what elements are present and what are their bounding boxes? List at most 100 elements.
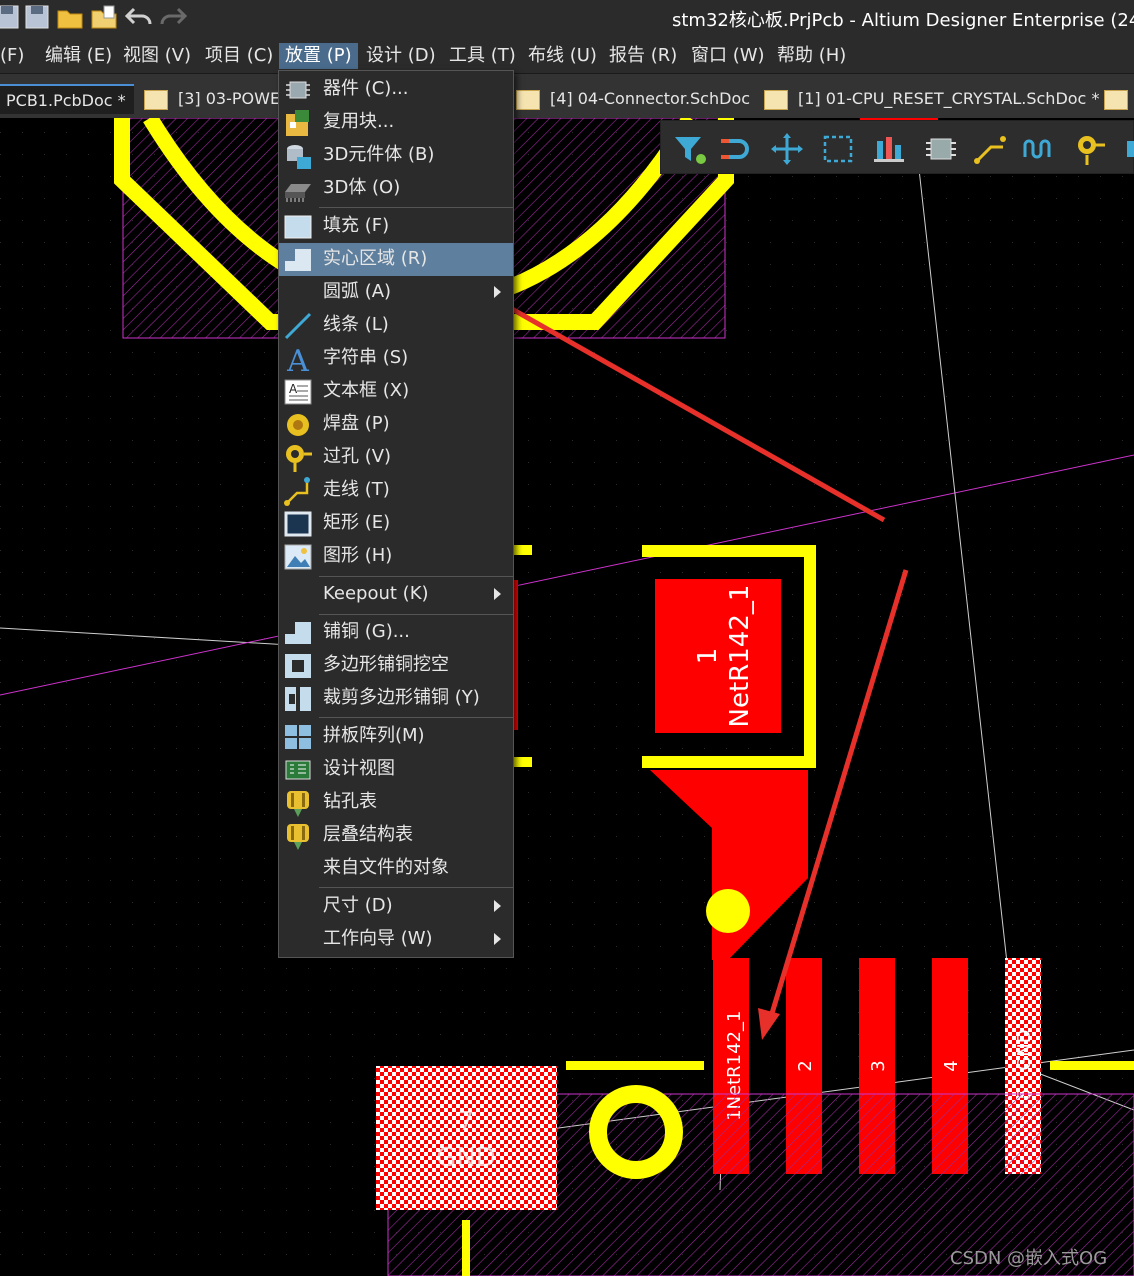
menu-edit[interactable]: 编辑 (E) (39, 43, 118, 69)
menu-item-via[interactable]: 过孔 (V) (279, 441, 513, 474)
menu-item-graphic[interactable]: 图形 (H) (279, 540, 513, 573)
design-view-icon (285, 760, 311, 780)
menu-item-solid-region[interactable]: 实心区域 (R) (279, 243, 513, 276)
tab-power-schdoc[interactable]: [3] 03-POWE (138, 84, 280, 114)
menu-item-3d-body[interactable]: 3D体 (O) (279, 172, 513, 205)
menu-item-arc[interactable]: 圆弧 (A) (279, 276, 513, 309)
menu-item-panel-array[interactable]: 拼板阵列(M) (279, 720, 513, 753)
graphic-icon (284, 544, 312, 570)
route-connect-icon[interactable] (717, 131, 757, 167)
submenu-arrow-icon (494, 286, 501, 298)
3d-component-body-icon (287, 145, 311, 169)
menu-item-work-guide[interactable]: 工作向导 (W) (279, 923, 513, 956)
menu-separator (319, 207, 513, 208)
menu-item-track[interactable]: 走线 (T) (279, 474, 513, 507)
fill-icon (284, 215, 312, 239)
tab-label: [1] 01-CPU_RESET_CRYSTAL.SchDoc * (798, 89, 1100, 108)
component-icon[interactable] (921, 131, 961, 167)
schematic-doc-icon (144, 89, 168, 110)
slice-polygon-icon (285, 687, 311, 711)
layer-stack-table-icon (287, 824, 309, 850)
silkscreen-tick (512, 545, 532, 555)
menu-item-string[interactable]: A 字符串 (S) (279, 342, 513, 375)
menu-design[interactable]: 设计 (D) (360, 43, 442, 69)
pin-net-label: GND (1014, 1029, 1035, 1070)
menu-item-keepout[interactable]: Keepout (K) (279, 578, 513, 611)
menu-help[interactable]: 帮助 (H) (771, 43, 852, 69)
menu-item-component[interactable]: 器件 (C)... (279, 73, 513, 106)
menu-item-polygon-pour[interactable]: 铺铜 (G)... (279, 616, 513, 649)
open-project-icon[interactable] (90, 3, 120, 31)
menu-item-label: 矩形 (E) (323, 512, 391, 533)
redo-icon[interactable] (158, 3, 188, 31)
save-icon[interactable] (0, 3, 24, 31)
menu-project[interactable]: 项目 (C) (199, 43, 279, 69)
tab-cpu-reset-crystal-schdoc[interactable]: [1] 01-CPU_RESET_CRYSTAL.SchDoc * (758, 84, 1100, 114)
menu-view[interactable]: 视图 (V) (117, 43, 197, 69)
menu-separator (319, 717, 513, 718)
menu-item-line[interactable]: 线条 (L) (279, 309, 513, 342)
menu-item-reuse-block[interactable]: 复用块... (279, 106, 513, 139)
silkscreen-line (1050, 1061, 1134, 1070)
title-bar: stm32核心板.PrjPcb - Altium Designer Enterp… (0, 0, 1134, 36)
pin-number-label: 3 (868, 1060, 889, 1071)
more-tools-icon[interactable] (1121, 131, 1134, 167)
menu-item-design-view[interactable]: 设计视图 (279, 753, 513, 786)
menu-separator (319, 887, 513, 888)
menu-item-drill-table[interactable]: 钻孔表 (279, 786, 513, 819)
via-icon[interactable] (1071, 131, 1111, 167)
menu-item-label: 圆弧 (A) (323, 281, 392, 302)
menu-item-label: 多边形铺铜挖空 (323, 654, 449, 675)
menu-item-slice-polygon[interactable]: 裁剪多边形铺铜 (Y) (279, 682, 513, 715)
drill-table-icon (287, 791, 309, 817)
move-icon[interactable] (767, 131, 807, 167)
svg-text:A: A (286, 344, 309, 374)
menu-item-fill[interactable]: 填充 (F) (279, 210, 513, 243)
pad-number-label: 7 (458, 1107, 475, 1137)
pin-number-label: 4 (941, 1060, 962, 1071)
menu-tools[interactable]: 工具 (T) (443, 43, 522, 69)
menu-item-3d-component-body[interactable]: 3D元件体 (B) (279, 139, 513, 172)
menu-item-label: 器件 (C)... (323, 78, 409, 99)
solid-region-icon (285, 249, 311, 271)
select-area-icon[interactable] (819, 131, 859, 167)
menu-item-label: 线条 (L) (323, 314, 389, 335)
save-all-icon[interactable] (22, 3, 52, 31)
menu-route[interactable]: 布线 (U) (522, 43, 603, 69)
document-tab-bar: PCB1.PcbDoc * [3] 03-POWE [4] 04-Connect… (0, 74, 1134, 118)
menu-item-label: 实心区域 (R) (323, 248, 428, 269)
pcb-editor-canvas[interactable]: 1 NetR142_1 NetR142_1 1 2 3 4 5 GND 7 GN… (0, 118, 1134, 1276)
tab-connector-schdoc[interactable]: [4] 04-Connector.SchDoc (510, 84, 758, 114)
open-folder-icon[interactable] (56, 3, 86, 31)
menu-item-rectangle[interactable]: 矩形 (E) (279, 507, 513, 540)
track-icon[interactable] (971, 131, 1011, 167)
menu-separator (319, 614, 513, 615)
menu-reports[interactable]: 报告 (R) (603, 43, 683, 69)
menu-file[interactable]: (F) (0, 43, 30, 69)
schematic-doc-icon (764, 89, 788, 110)
filter-icon[interactable] (669, 131, 709, 167)
menu-item-label: 复用块... (323, 111, 395, 132)
menu-item-layer-stack-table[interactable]: 层叠结构表 (279, 819, 513, 852)
menu-window[interactable]: 窗口 (W) (685, 43, 771, 69)
menu-item-label: 钻孔表 (323, 791, 377, 812)
polygon-pour-icon (285, 622, 311, 644)
length-tuning-icon[interactable] (1021, 131, 1061, 167)
menu-place[interactable]: 放置 (P) (279, 43, 358, 69)
window-title: stm32核心板.PrjPcb - Altium Designer Enterp… (672, 10, 1134, 31)
string-icon: A (286, 344, 309, 374)
menu-item-polygon-cutout[interactable]: 多边形铺铜挖空 (279, 649, 513, 682)
menu-item-text-frame[interactable]: A 文本框 (X) (279, 375, 513, 408)
align-icon[interactable] (869, 131, 909, 167)
menu-item-dimension[interactable]: 尺寸 (D) (279, 890, 513, 923)
menu-item-label: 过孔 (V) (323, 446, 392, 467)
reuse-block-icon (286, 110, 309, 136)
menu-item-label: 图形 (H) (323, 545, 393, 566)
undo-icon[interactable] (124, 3, 154, 31)
tab-overflow[interactable] (1098, 84, 1134, 114)
menu-item-pad[interactable]: 焊盘 (P) (279, 408, 513, 441)
menu-item-label: 焊盘 (P) (323, 413, 390, 434)
place-menu-dropdown: 器件 (C)... 复用块... 3D元件体 (B) 3D体 (O) 填充 (F… (278, 70, 514, 958)
tab-pcb1[interactable]: PCB1.PcbDoc * (0, 84, 134, 114)
menu-item-object-from-file[interactable]: 来自文件的对象 (279, 852, 513, 885)
